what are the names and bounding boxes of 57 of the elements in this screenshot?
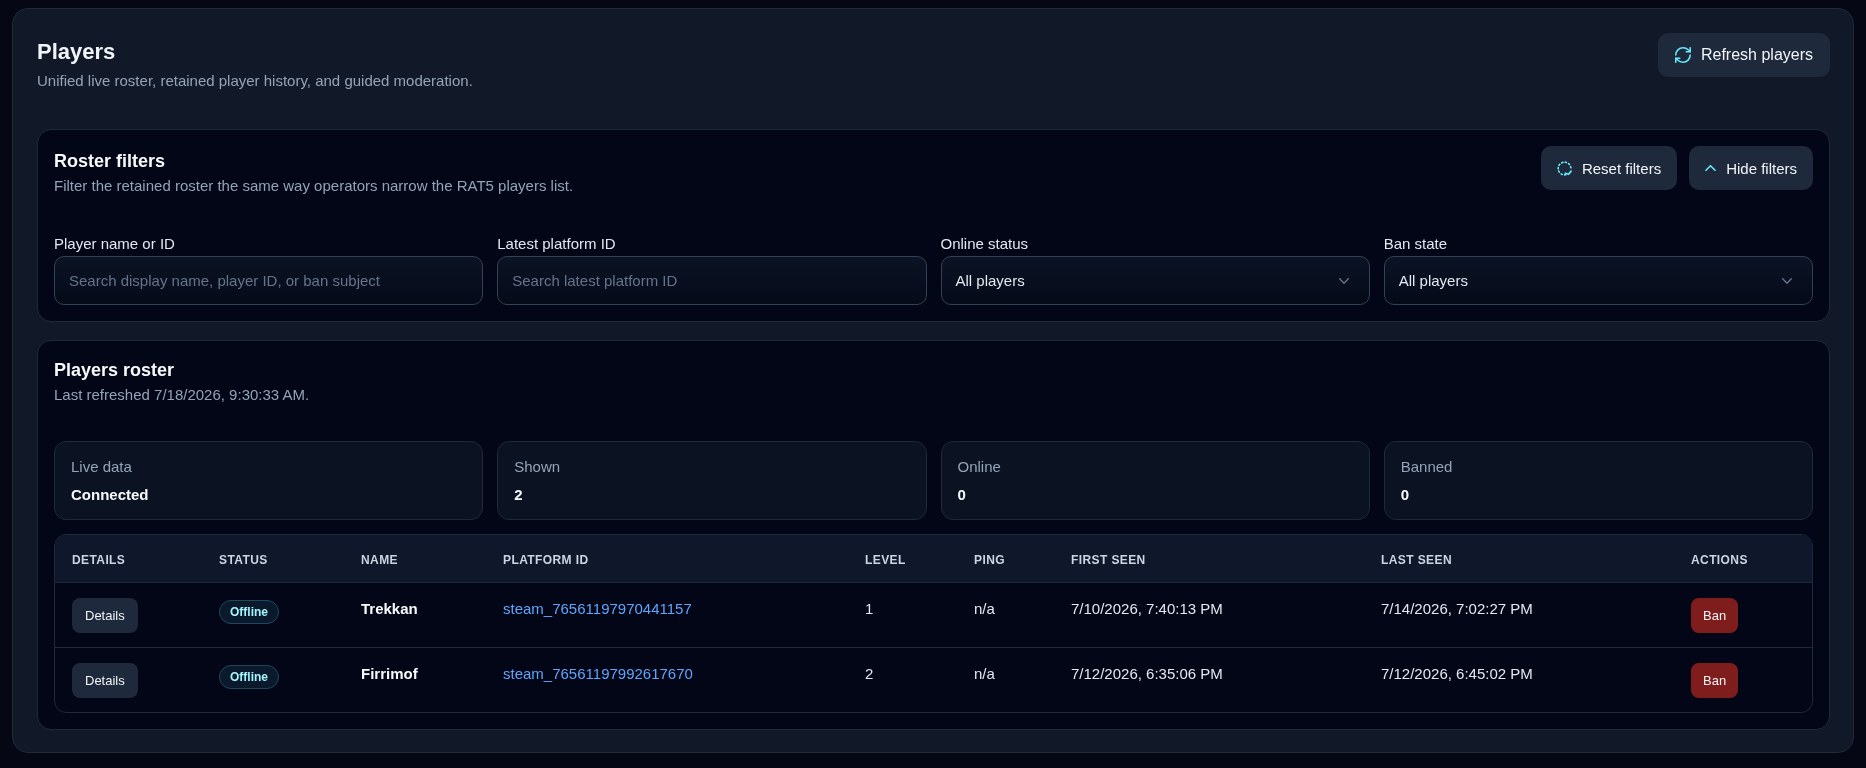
column-header: ACTIONS — [1691, 552, 1748, 567]
details-button[interactable]: Details — [72, 663, 138, 698]
table-cell-text: 1 — [865, 599, 874, 619]
details-button[interactable]: Details — [72, 598, 138, 633]
page-subtitle: Unified live roster, retained player history, and guided moderation. — [37, 71, 473, 91]
refresh-icon — [1674, 47, 1691, 63]
table-cell-text: 7/12/2026, 6:35:06 PM — [1071, 664, 1223, 684]
table-cell-text: 7/14/2026, 7:02:27 PM — [1381, 599, 1533, 619]
page-title: Players — [37, 38, 116, 66]
stat-label: Shown — [514, 457, 561, 477]
column-header: LAST SEEN — [1381, 552, 1452, 567]
search-field[interactable]: Search display name, player ID, or ban subject — [54, 256, 484, 305]
field-label: Online status — [940, 234, 1029, 254]
status-badge: Offline — [219, 600, 279, 624]
stat-value: 0 — [957, 485, 966, 505]
player-name: Firrimof — [361, 664, 418, 684]
platform-id-link[interactable]: steam_76561197970441157 — [503, 598, 692, 620]
table-cell-text: n/a — [974, 664, 995, 684]
column-header: DETAILS — [72, 552, 126, 567]
stat-value: 2 — [514, 485, 523, 505]
status-badge: Offline — [219, 665, 279, 689]
field-label: Ban state — [1383, 234, 1448, 254]
stat-label: Banned — [1400, 457, 1453, 477]
field-label: Latest platform ID — [497, 234, 616, 254]
section-title: Roster filters — [54, 150, 166, 173]
chevron-down-icon — [1782, 277, 1792, 284]
refresh-button[interactable]: Refresh players — [1657, 33, 1830, 77]
section-title: Players roster — [54, 359, 175, 382]
stat-value: Connected — [71, 485, 149, 505]
last-refreshed-text: Last refreshed 7/18/2026, 9:30:33 AM. — [54, 385, 310, 405]
table-cell-text: n/a — [974, 599, 995, 619]
field-label: Player name or ID — [54, 234, 175, 254]
table-cell-text: 2 — [865, 664, 874, 684]
ban-button[interactable]: Ban — [1691, 598, 1739, 633]
chevron-down-icon — [1338, 277, 1349, 284]
ban-button[interactable]: Ban — [1691, 663, 1739, 698]
section-description: Filter the retained roster the same way operators narrow the RAT5 players list. — [54, 176, 574, 196]
dropdown-select[interactable]: All players — [1383, 256, 1813, 305]
column-header: LEVEL — [865, 552, 906, 567]
stat-label: Live data — [71, 457, 132, 477]
dropdown-select[interactable]: All players — [940, 256, 1370, 305]
stat-value: 0 — [1400, 485, 1410, 505]
column-header: STATUS — [219, 552, 268, 567]
column-header: PING — [974, 552, 1005, 567]
hide-filters-button[interactable]: Hide filters — [1689, 146, 1813, 190]
chevron-up-icon — [1705, 165, 1717, 171]
search-field[interactable]: Search latest platform ID — [497, 256, 927, 305]
column-header: FIRST SEEN — [1071, 552, 1146, 567]
table-cell-text: 7/12/2026, 6:45:02 PM — [1381, 664, 1533, 684]
stat-label: Online — [957, 457, 1001, 477]
table-cell-text: 7/10/2026, 7:40:13 PM — [1071, 599, 1223, 619]
column-header: NAME — [361, 552, 398, 567]
circular-arrow-icon — [1556, 160, 1572, 176]
reset-filters-button[interactable]: Reset filters — [1540, 146, 1678, 190]
column-header: PLATFORM ID — [503, 552, 589, 567]
platform-id-link[interactable]: steam_76561197992617670 — [503, 663, 693, 685]
player-name: Trekkan — [361, 599, 418, 619]
